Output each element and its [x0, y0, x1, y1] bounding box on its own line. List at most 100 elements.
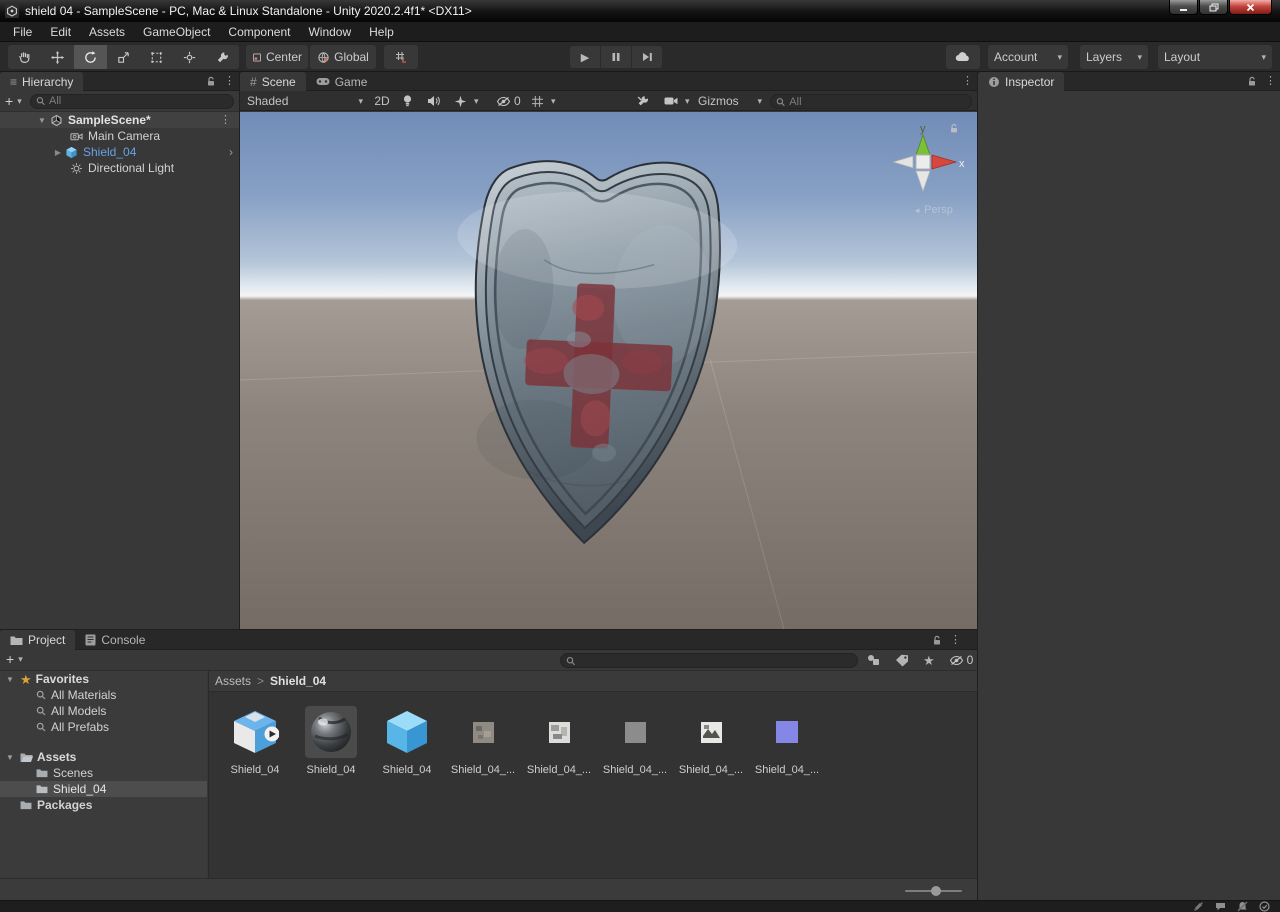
- message-muted-icon[interactable]: [1215, 901, 1226, 912]
- menu-edit[interactable]: Edit: [41, 22, 80, 41]
- pause-button[interactable]: [601, 46, 631, 68]
- scene-camera-dropdown[interactable]: ▾: [664, 93, 690, 109]
- foldout-open-icon[interactable]: ▼: [4, 753, 16, 762]
- kebab-menu-icon[interactable]: ⋮: [950, 634, 961, 646]
- tree-all-prefabs[interactable]: All Prefabs: [0, 719, 207, 735]
- asset-item-model[interactable]: Shield_04: [369, 706, 445, 776]
- pivot-toggle-button[interactable]: Center: [246, 45, 308, 69]
- restore-button[interactable]: [1199, 0, 1228, 15]
- move-tool-button[interactable]: [41, 45, 74, 69]
- tree-favorites[interactable]: ▼ ★ Favorites: [0, 671, 207, 687]
- breadcrumb-root[interactable]: Assets: [215, 674, 251, 688]
- asset-item-texture[interactable]: Shield_04_...: [597, 706, 673, 776]
- tab-inspector[interactable]: Inspector: [978, 72, 1065, 91]
- tree-all-materials[interactable]: All Materials: [0, 687, 207, 703]
- scene-effects-dropdown[interactable]: ▾: [454, 93, 479, 109]
- search-by-label-icon[interactable]: [895, 654, 909, 667]
- thumbnail-size-slider[interactable]: [905, 886, 962, 896]
- scene-orientation-gizmo[interactable]: y x: [880, 118, 970, 202]
- hierarchy-search[interactable]: [29, 93, 234, 109]
- kebab-menu-icon[interactable]: ⋮: [224, 76, 235, 87]
- close-button[interactable]: [1229, 0, 1272, 15]
- foldout-closed-icon[interactable]: ▶: [52, 148, 64, 157]
- hand-tool-button[interactable]: [8, 45, 41, 69]
- scene-audio-button[interactable]: [427, 93, 440, 109]
- favorites-star-icon[interactable]: ★: [923, 654, 935, 667]
- menu-gameobject[interactable]: GameObject: [134, 22, 219, 41]
- tab-project[interactable]: Project: [0, 630, 76, 650]
- tab-console[interactable]: Console: [75, 630, 155, 650]
- shading-mode-dropdown[interactable]: Shaded ▾: [247, 93, 363, 109]
- transform-tool-button[interactable]: [173, 45, 206, 69]
- tree-folder-shield04[interactable]: Shield_04: [0, 781, 207, 797]
- scene-search-input[interactable]: [789, 95, 966, 108]
- activity-muted-icon[interactable]: [1193, 901, 1204, 912]
- asset-item-texture[interactable]: Shield_04_...: [445, 706, 521, 776]
- kebab-menu-icon[interactable]: ⋮: [1265, 76, 1276, 87]
- tree-packages[interactable]: Packages: [0, 797, 207, 813]
- custom-tools-button[interactable]: [206, 45, 239, 69]
- lock-icon[interactable]: [206, 76, 216, 87]
- slider-knob[interactable]: [931, 886, 941, 896]
- rotate-tool-button[interactable]: [74, 45, 107, 69]
- tab-scene[interactable]: # Scene: [240, 72, 306, 91]
- menu-help[interactable]: Help: [360, 22, 403, 41]
- hierarchy-item-shield[interactable]: ▶ Shield_04 ›: [0, 144, 239, 160]
- lock-icon[interactable]: [1247, 76, 1257, 87]
- lock-icon[interactable]: [932, 635, 942, 646]
- progress-check-icon[interactable]: [1259, 901, 1270, 912]
- search-by-type-icon[interactable]: [866, 653, 881, 667]
- foldout-open-icon[interactable]: ▼: [4, 675, 16, 684]
- asset-item-material[interactable]: Shield_04: [293, 706, 369, 776]
- tab-game[interactable]: Game: [306, 72, 378, 91]
- 2d-toggle-button[interactable]: 2D: [370, 93, 394, 109]
- asset-item-texture[interactable]: Shield_04_...: [673, 706, 749, 776]
- hierarchy-item-main-camera[interactable]: Main Camera: [0, 128, 239, 144]
- chevron-right-icon[interactable]: ›: [229, 145, 233, 159]
- scene-search[interactable]: [770, 94, 972, 109]
- hierarchy-item-directional-light[interactable]: Directional Light: [0, 160, 239, 176]
- menu-window[interactable]: Window: [299, 22, 360, 41]
- scene-lighting-button[interactable]: [402, 93, 413, 109]
- space-toggle-button[interactable]: Global: [310, 45, 376, 69]
- layers-dropdown[interactable]: Layers ▾: [1080, 45, 1148, 69]
- layout-dropdown[interactable]: Layout ▾: [1158, 45, 1272, 69]
- scene-root-row[interactable]: ▼ SampleScene* ⋮: [0, 112, 239, 128]
- notification-muted-icon[interactable]: [1237, 901, 1248, 912]
- tree-folder-scenes[interactable]: Scenes: [0, 765, 207, 781]
- tree-all-models[interactable]: All Models: [0, 703, 207, 719]
- tab-hierarchy[interactable]: ≡ Hierarchy: [0, 72, 84, 91]
- scale-tool-button[interactable]: [107, 45, 140, 69]
- step-button[interactable]: [632, 46, 662, 68]
- menu-file[interactable]: File: [4, 22, 41, 41]
- asset-item-normal-map[interactable]: Shield_04_...: [749, 706, 825, 776]
- create-asset-button[interactable]: + ▾: [6, 652, 23, 666]
- grid-snapping-button[interactable]: [384, 45, 418, 69]
- asset-item-texture[interactable]: Shield_04_...: [521, 706, 597, 776]
- rect-tool-button[interactable]: [140, 45, 173, 69]
- tree-assets[interactable]: ▼ Assets: [0, 749, 207, 765]
- projection-mode-label[interactable]: ◄ Persp: [888, 204, 977, 216]
- chevron-down-icon[interactable]: ▾: [17, 96, 22, 107]
- play-button[interactable]: ▶: [570, 46, 600, 68]
- menu-assets[interactable]: Assets: [80, 22, 134, 41]
- gizmos-dropdown[interactable]: Gizmos ▾: [698, 93, 762, 109]
- minimize-button[interactable]: [1169, 0, 1198, 15]
- breadcrumb-current[interactable]: Shield_04: [270, 674, 326, 688]
- scene-viewport[interactable]: y x ◄ Persp: [240, 112, 977, 629]
- project-visibility-button[interactable]: 0: [949, 653, 973, 667]
- create-object-button[interactable]: +: [5, 94, 13, 108]
- scene-tools-button[interactable]: [636, 93, 650, 109]
- kebab-menu-icon[interactable]: ⋮: [962, 76, 973, 87]
- cloud-services-button[interactable]: [946, 45, 980, 69]
- project-search[interactable]: [560, 653, 858, 668]
- account-dropdown[interactable]: Account ▾: [988, 45, 1068, 69]
- menu-component[interactable]: Component: [219, 22, 299, 41]
- kebab-menu-icon[interactable]: ⋮: [220, 114, 231, 126]
- asset-item-prefab[interactable]: Shield_04: [217, 706, 293, 776]
- scene-grid-dropdown[interactable]: ▾: [531, 93, 556, 109]
- foldout-open-icon[interactable]: ▼: [36, 116, 48, 125]
- hierarchy-search-input[interactable]: [49, 95, 228, 107]
- scene-visibility-button[interactable]: 0: [496, 93, 521, 109]
- project-search-input[interactable]: [579, 654, 852, 667]
